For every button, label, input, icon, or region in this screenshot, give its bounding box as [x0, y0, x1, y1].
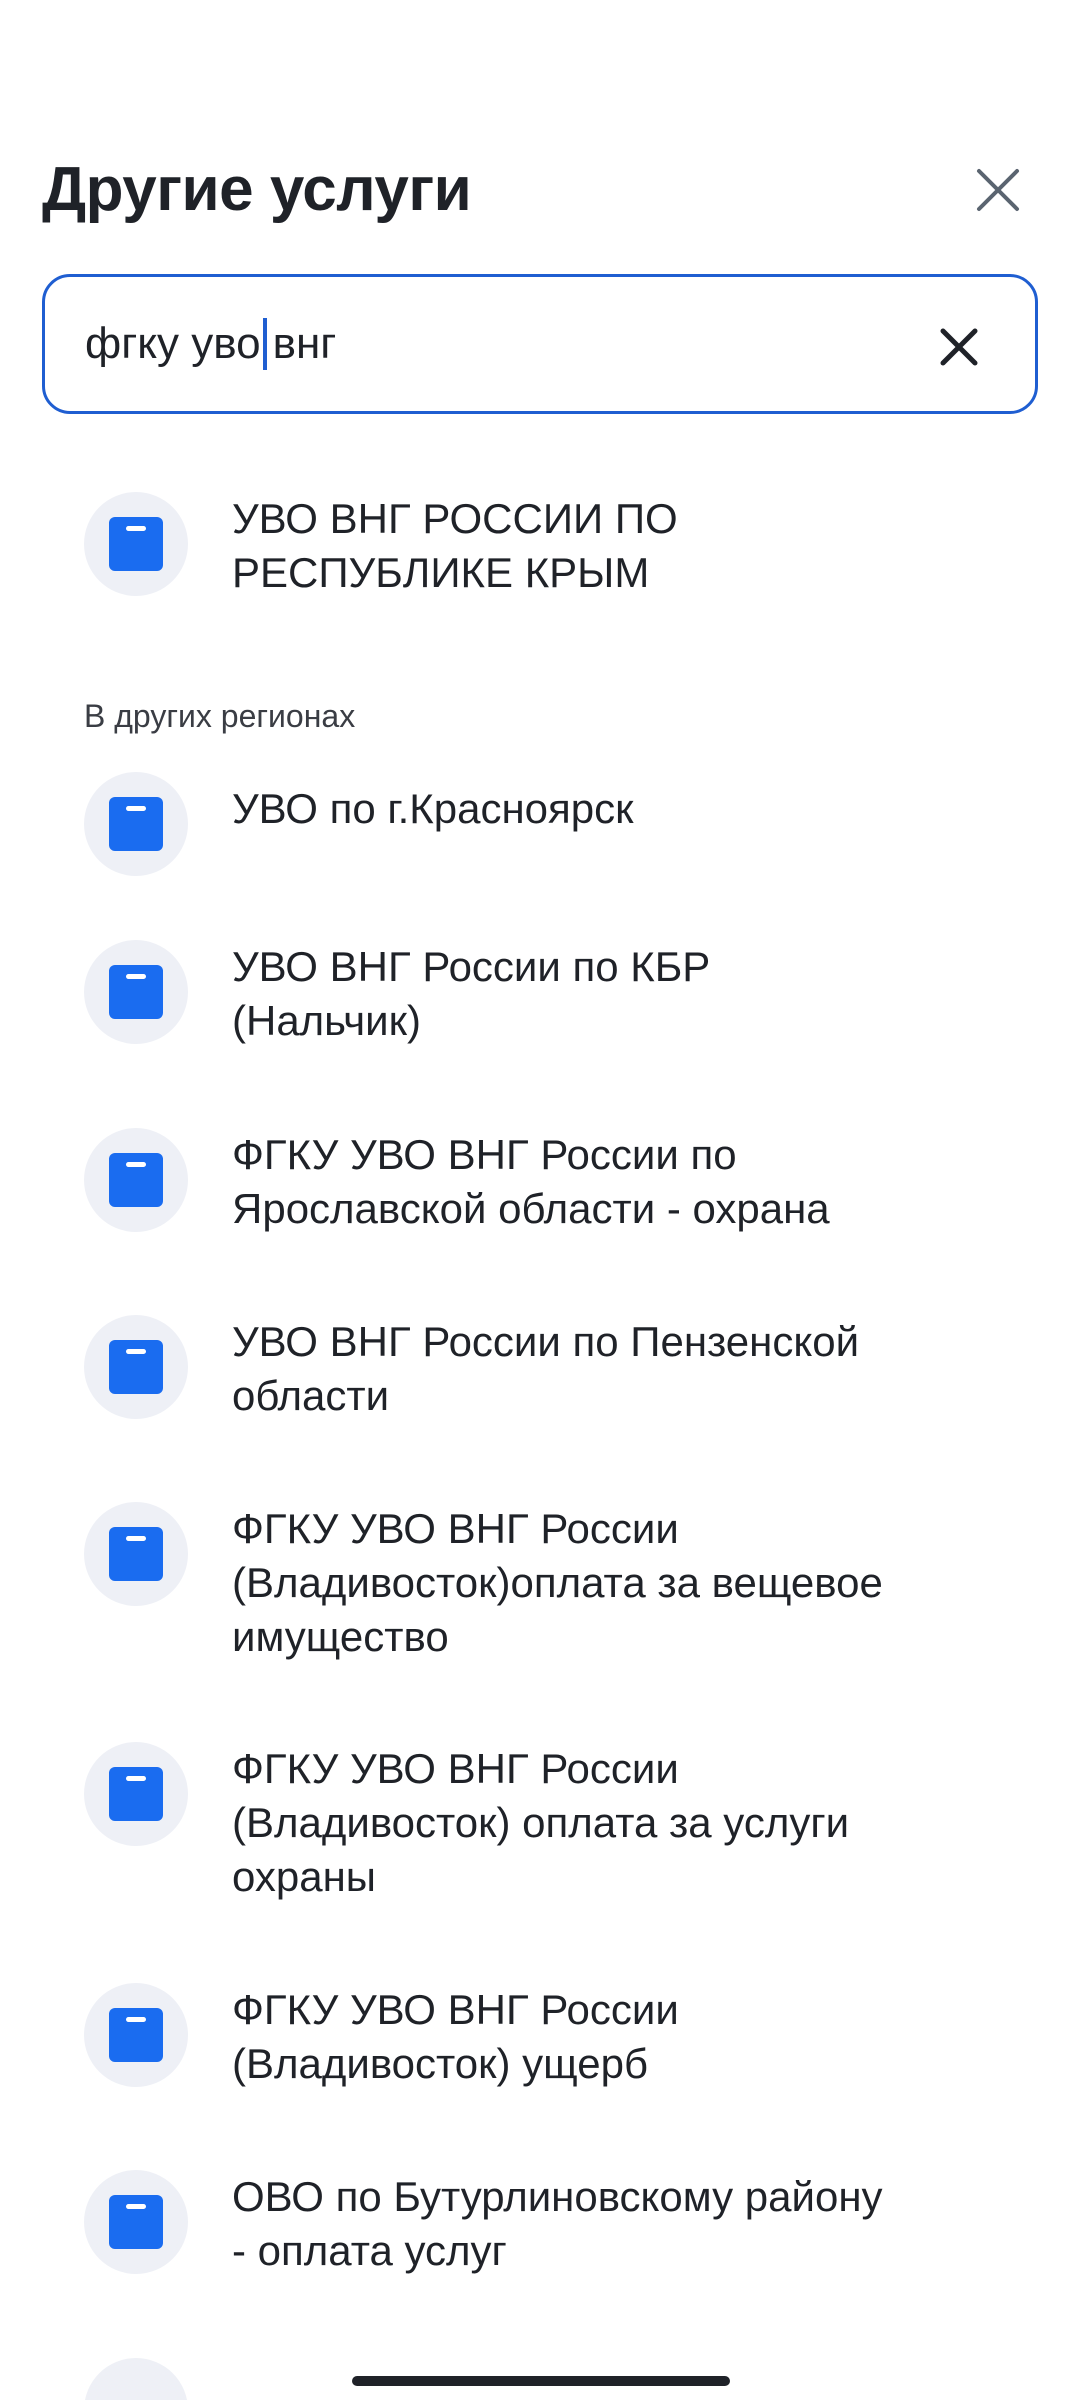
list-item-label: УВО ВНГ России по Пензенской области — [232, 1315, 859, 1423]
close-button[interactable] — [958, 150, 1038, 230]
list-item-label-line: (Нальчик) — [232, 997, 421, 1044]
search-text-after-caret: внг — [272, 319, 337, 368]
list-item-label: УВО по г.Красноярск — [232, 772, 633, 836]
list-item-label: ФГКУ УВО ВНГ России (Владивосток) оплата… — [232, 1742, 849, 1904]
document-icon — [84, 1315, 188, 1419]
list-item-label: ФГКУ УВО ВНГ России (Владивосток)оплата … — [232, 1502, 883, 1664]
list-item-label-line: ФГКУ УВО ВНГ России — [232, 1505, 679, 1552]
text-caret — [262, 318, 267, 370]
document-icon — [84, 1128, 188, 1232]
list-item-label-line: ФГКУ УВО ВНГ России — [232, 1745, 679, 1792]
list-item-partial[interactable] — [84, 2358, 188, 2400]
list-item-label: ФГКУ УВО ВНГ России по Ярославской облас… — [232, 1128, 830, 1236]
list-item-label: УВО ВНГ РОССИИ ПО РЕСПУБЛИКЕ КРЫМ — [232, 492, 678, 600]
list-item-label: УВО ВНГ России по КБР (Нальчик) — [232, 940, 710, 1048]
clear-search-button[interactable] — [919, 307, 999, 387]
list-item-label-line: (Владивосток) оплата за услуги — [232, 1799, 850, 1846]
list-item-label-line: ФГКУ УВО ВНГ России — [232, 1986, 679, 2033]
list-item[interactable]: ФГКУ УВО ВНГ России (Владивосток)оплата … — [84, 1502, 984, 1664]
search-input[interactable]: фгку уво внг — [42, 274, 1038, 414]
list-item-label-line: УВО ВНГ России по Пензенской — [232, 1318, 860, 1365]
list-item[interactable]: ФГКУ УВО ВНГ России по Ярославской облас… — [84, 1128, 984, 1236]
list-item-label-line: РЕСПУБЛИКЕ КРЫМ — [232, 549, 650, 596]
list-item-label: ОВО по Бутурлиновскому району - оплата у… — [232, 2170, 883, 2278]
list-item-label: ФГКУ УВО ВНГ России (Владивосток) ущерб — [232, 1983, 679, 2091]
list-item[interactable]: ФГКУ УВО ВНГ России (Владивосток) ущерб — [84, 1983, 984, 2091]
list-item[interactable]: ОВО по Бутурлиновскому району - оплата у… — [84, 2170, 984, 2278]
home-indicator[interactable] — [352, 2376, 730, 2386]
page-title: Другие услуги — [42, 155, 472, 224]
list-item[interactable]: УВО по г.Красноярск — [84, 772, 984, 876]
document-icon — [84, 2358, 188, 2400]
list-item-label-line: УВО ВНГ России по КБР — [232, 943, 711, 990]
close-icon — [977, 169, 1019, 211]
section-label-other-regions: В других регионах — [84, 698, 356, 734]
list-item-label-line: ОВО по Бутурлиновскому району — [232, 2173, 883, 2220]
document-icon — [84, 772, 188, 876]
list-item-label-line: УВО ВНГ РОССИИ ПО — [232, 495, 678, 542]
list-item-label-line: (Владивосток) ущерб — [232, 2040, 649, 2087]
document-icon — [84, 940, 188, 1044]
list-item-label-line: - оплата услуг — [232, 2227, 507, 2274]
header: Другие услуги — [42, 150, 1038, 230]
list-item-label-line: области — [232, 1372, 390, 1419]
list-item-label-line: охраны — [232, 1853, 376, 1900]
list-item[interactable]: УВО ВНГ РОССИИ ПО РЕСПУБЛИКЕ КРЫМ — [84, 492, 984, 600]
search-text-before-caret: фгку уво — [85, 319, 261, 368]
list-item-label-line: (Владивосток)оплата за вещевое — [232, 1559, 883, 1606]
list-item-label-line: имущество — [232, 1613, 449, 1660]
document-icon — [84, 1502, 188, 1606]
document-icon — [84, 1983, 188, 2087]
list-item-label-line: Ярославской области - охрана — [232, 1185, 830, 1232]
document-icon — [84, 2170, 188, 2274]
search-input-value[interactable]: фгку уво внг — [85, 314, 336, 374]
list-item[interactable]: УВО ВНГ России по КБР (Нальчик) — [84, 940, 984, 1048]
list-item-label-line: УВО по г.Красноярск — [232, 785, 634, 832]
list-item[interactable]: УВО ВНГ России по Пензенской области — [84, 1315, 984, 1423]
clear-icon — [940, 328, 978, 366]
document-icon — [84, 492, 188, 596]
list-item[interactable]: ФГКУ УВО ВНГ России (Владивосток) оплата… — [84, 1742, 984, 1904]
document-icon — [84, 1742, 188, 1846]
list-item-label-line: ФГКУ УВО ВНГ России по — [232, 1131, 737, 1178]
